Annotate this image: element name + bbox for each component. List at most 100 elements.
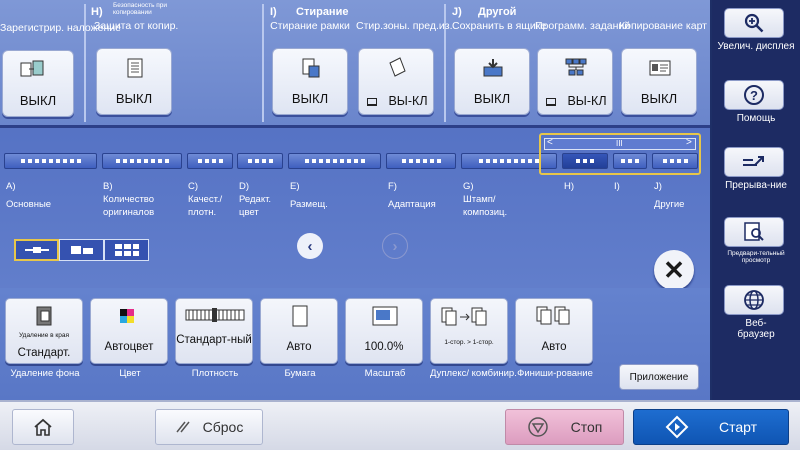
background-removal-value: Стандарт. <box>17 347 71 359</box>
copy-protect-value: ВЫКЛ <box>115 91 153 106</box>
density-slider-icon <box>185 308 245 322</box>
id-card-icon <box>649 60 671 76</box>
card-copy-value: ВЫКЛ <box>640 91 678 106</box>
scroll-left-arrow[interactable]: < <box>547 137 553 148</box>
tab-basic[interactable] <box>4 153 97 169</box>
stop-icon <box>527 417 548 437</box>
interrupt: Прерыва-ние <box>716 147 796 191</box>
zoom-display-button[interactable] <box>724 8 784 38</box>
zoom-label: Масштаб <box>364 368 406 379</box>
reset-button[interactable]: Сброс <box>155 409 263 445</box>
tab-label-code: H) <box>564 181 575 192</box>
tab-scrollbar[interactable]: < III > <box>544 137 696 150</box>
tab-layout[interactable] <box>288 153 381 169</box>
reset-label: Сброс <box>202 419 244 435</box>
tab-originals[interactable] <box>102 153 182 169</box>
preview-icon <box>744 222 764 241</box>
tab-label: Размещ. <box>290 199 328 210</box>
fn-program-jobs-label: Программ. заданий <box>535 20 631 32</box>
fn-program-jobs: Программ. заданий ВЫ-КЛ <box>535 20 631 115</box>
fn-overlay-label: Зарегистрир. наложение <box>0 22 121 34</box>
background-removal-button[interactable]: Удаление в края Стандарт. <box>5 298 83 364</box>
reset-icon <box>176 421 190 433</box>
color-value: Автоцвет <box>104 341 154 353</box>
view-toggle <box>14 239 149 261</box>
overlay-button[interactable]: ВЫКЛ <box>2 50 74 117</box>
application-button[interactable]: Приложение <box>619 364 699 390</box>
start-button[interactable]: Старт <box>633 409 789 445</box>
copy-protect-button[interactable]: ВЫКЛ <box>96 48 172 115</box>
view-grid-button[interactable] <box>104 239 149 261</box>
close-icon[interactable]: ✕ <box>654 250 694 290</box>
duplex-label: Дуплекс/ комбинир. <box>430 368 517 379</box>
stamp-icon <box>367 98 377 106</box>
scroll-thumb[interactable]: III <box>616 139 623 148</box>
fn-overlay: Зарегистрир. наложение ВЫКЛ <box>0 22 121 117</box>
web-browser-button[interactable] <box>724 285 784 315</box>
zoom-value: 100.0% <box>364 341 404 353</box>
duplex-value: 1-стор. > 1-стор. <box>444 339 494 346</box>
program-jobs-icon <box>565 58 587 76</box>
interrupt-button[interactable] <box>724 147 784 177</box>
qs-duplex: 1-стор. > 1-стор. Дуплекс/ комбинир. <box>430 298 517 380</box>
home-button[interactable] <box>12 409 74 445</box>
svg-text:?: ? <box>750 88 758 103</box>
list-view-icon <box>24 247 49 253</box>
paper-button[interactable]: Авто <box>260 298 338 364</box>
tab-label-code: C) <box>188 181 199 192</box>
stop-button[interactable]: Стоп <box>505 409 624 445</box>
group-h-code: H) <box>91 6 103 18</box>
fn-card-copy: Копирование карт ВЫКЛ <box>619 20 707 115</box>
help-label: Помощь <box>736 113 776 124</box>
area-erase-button[interactable]: ВЫ-КЛ <box>358 48 434 115</box>
group-h-title: Безопасность при копировании <box>113 2 168 16</box>
qs-zoom: 100.0% Масштаб <box>345 298 425 380</box>
home-icon <box>34 418 52 436</box>
zoom-button[interactable]: 100.0% <box>345 298 423 364</box>
tab-label: Качест./ плотн. <box>188 194 223 218</box>
document-icon <box>127 58 143 78</box>
qs-density: Стандарт-ный Плотность <box>175 298 255 380</box>
paper-value: Авто <box>286 341 312 353</box>
web-browser: Веб-браузер <box>716 285 796 340</box>
chevron-left-icon[interactable]: ‹ <box>297 233 323 259</box>
tab-scroll-selection[interactable]: < III > <box>539 133 701 175</box>
qs-background-removal: Удаление в края Стандарт. Удаление фона <box>5 298 85 380</box>
preview-button[interactable] <box>724 217 784 247</box>
duplex-icon <box>441 307 487 326</box>
view-list-button[interactable] <box>14 239 59 261</box>
tab-label-code: D) <box>239 181 250 192</box>
function-bar: H) Безопасность при копировании I) Стира… <box>0 0 710 128</box>
finishing-button[interactable]: Авто <box>515 298 593 364</box>
save-box-icon <box>483 59 503 77</box>
footer-bar: Сброс Стоп Старт <box>0 400 800 450</box>
background-removal-subtext: Удаление в края <box>19 332 69 339</box>
view-tiles-button[interactable] <box>59 239 104 261</box>
tab-label: Другие <box>654 199 685 210</box>
density-label: Плотность <box>191 368 239 379</box>
program-jobs-button[interactable]: ВЫ-КЛ <box>537 48 613 115</box>
tab-adaptation[interactable] <box>386 153 456 169</box>
tile-view-icon <box>70 246 93 254</box>
card-copy-button[interactable]: ВЫКЛ <box>621 48 697 115</box>
tab-color-edit[interactable] <box>237 153 283 169</box>
color-button[interactable]: Автоцвет <box>90 298 168 364</box>
fn-frame-erase: Стирание рамки ВЫКЛ <box>270 20 350 115</box>
tab-label: Количество оригиналов <box>103 194 155 218</box>
finishing-label: Финиши-рование <box>517 368 593 379</box>
group-separator <box>262 4 264 122</box>
tab-label-code: I) <box>614 181 620 192</box>
tab-quality[interactable] <box>187 153 233 169</box>
save-box-button[interactable]: ВЫКЛ <box>454 48 530 115</box>
stamp-icon <box>546 98 556 106</box>
tab-label: Адаптация <box>388 199 436 210</box>
help-button[interactable]: ? <box>724 80 784 110</box>
group-j-title: Другой <box>478 6 517 18</box>
scroll-right-arrow[interactable]: > <box>686 137 692 148</box>
web-browser-label: Веб-браузер <box>737 318 775 340</box>
duplex-button[interactable]: 1-стор. > 1-стор. <box>430 298 508 364</box>
frame-erase-button[interactable]: ВЫКЛ <box>272 48 348 115</box>
chevron-right-icon[interactable]: › <box>382 233 408 259</box>
density-button[interactable]: Стандарт-ный <box>175 298 253 364</box>
tab-label-code: G) <box>463 181 474 192</box>
